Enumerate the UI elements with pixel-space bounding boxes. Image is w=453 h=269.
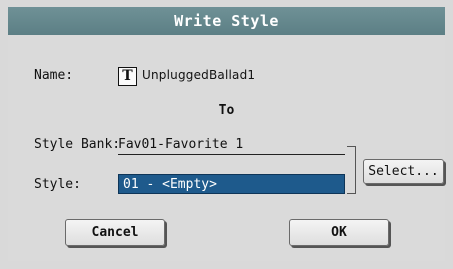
ok-button[interactable]: OK [289,219,389,246]
name-label: Name: [34,68,74,83]
name-value[interactable]: UnpluggedBallad1 [142,68,255,82]
style-bank-underline [118,154,345,155]
write-style-dialog: Write Style Name: T UnpluggedBallad1 To … [0,0,453,269]
cancel-button[interactable]: Cancel [65,219,165,246]
to-label: To [218,103,235,118]
selection-bracket [347,146,356,194]
style-bank-field[interactable]: Fav01-Favorite 1 [118,137,243,152]
style-label: Style: [34,177,81,192]
dialog-title: Write Style [8,7,445,35]
text-edit-icon[interactable]: T [118,67,137,86]
select-button[interactable]: Select... [363,159,444,184]
style-bank-label: Style Bank: [34,137,121,152]
style-field[interactable]: 01 - <Empty> [118,174,345,194]
